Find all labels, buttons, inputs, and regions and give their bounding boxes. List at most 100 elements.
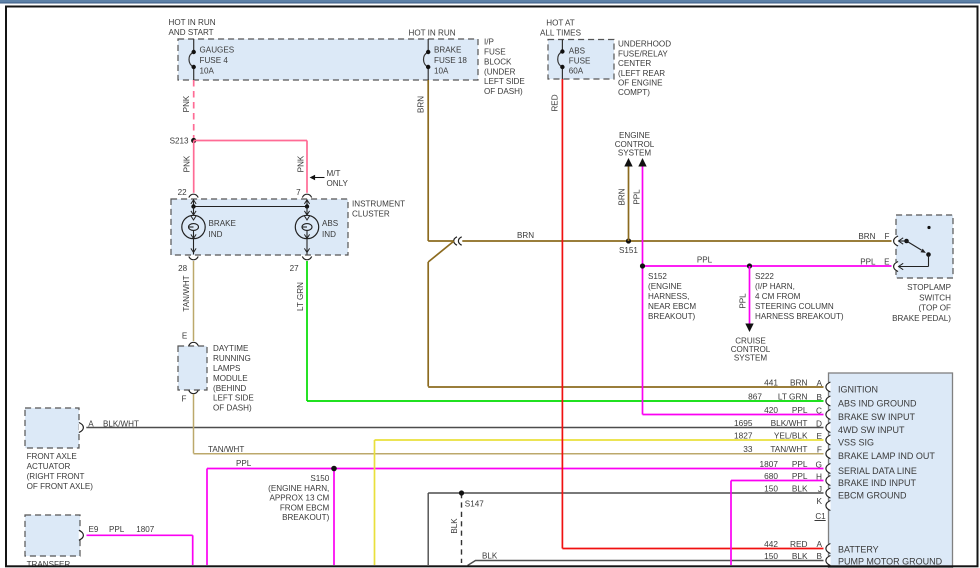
svg-text:ABS: ABS bbox=[569, 47, 586, 56]
svg-text:INSTRUMENT: INSTRUMENT bbox=[352, 199, 405, 208]
svg-text:S147: S147 bbox=[465, 499, 484, 508]
svg-text:S152: S152 bbox=[648, 272, 667, 281]
svg-text:1695: 1695 bbox=[734, 418, 753, 428]
svg-text:28: 28 bbox=[178, 264, 188, 273]
svg-text:SYSTEM: SYSTEM bbox=[618, 148, 652, 157]
svg-text:HOT AT: HOT AT bbox=[546, 18, 575, 27]
svg-text:BRAKE PEDAL): BRAKE PEDAL) bbox=[892, 314, 951, 323]
svg-text:BRAKE SW INPUT: BRAKE SW INPUT bbox=[838, 412, 916, 422]
svg-text:FUSE 18: FUSE 18 bbox=[434, 56, 467, 65]
svg-text:1827: 1827 bbox=[734, 431, 753, 441]
svg-text:PPL: PPL bbox=[792, 405, 808, 415]
svg-text:10A: 10A bbox=[434, 67, 449, 76]
svg-text:HARNESS BREAKOUT): HARNESS BREAKOUT) bbox=[755, 312, 844, 321]
svg-text:OF FRONT AXLE): OF FRONT AXLE) bbox=[27, 482, 94, 491]
svg-text:867: 867 bbox=[748, 392, 762, 402]
svg-text:PPL: PPL bbox=[860, 257, 876, 266]
svg-text:PPL: PPL bbox=[792, 471, 808, 481]
svg-text:BLK: BLK bbox=[792, 484, 808, 494]
svg-text:E9: E9 bbox=[89, 525, 99, 534]
svg-text:F: F bbox=[182, 395, 187, 404]
svg-text:STOPLAMP: STOPLAMP bbox=[907, 283, 951, 292]
svg-text:B: B bbox=[816, 551, 822, 561]
svg-text:RED: RED bbox=[551, 94, 560, 111]
svg-text:ABS IND GROUND: ABS IND GROUND bbox=[838, 398, 917, 408]
svg-text:60A: 60A bbox=[569, 67, 584, 76]
svg-text:PNK: PNK bbox=[183, 155, 192, 172]
svg-text:HOT IN RUN: HOT IN RUN bbox=[169, 18, 216, 27]
svg-text:FRONT AXLE: FRONT AXLE bbox=[27, 452, 78, 461]
svg-text:YEL/BLK: YEL/BLK bbox=[774, 431, 808, 441]
svg-text:M/T: M/T bbox=[327, 169, 341, 178]
svg-text:MODULE: MODULE bbox=[213, 374, 248, 383]
svg-text:FUSE: FUSE bbox=[484, 48, 506, 57]
svg-text:CENTER: CENTER bbox=[618, 59, 651, 68]
svg-text:TAN/WHT: TAN/WHT bbox=[208, 445, 244, 454]
svg-text:441: 441 bbox=[764, 378, 778, 388]
svg-text:PPL: PPL bbox=[792, 459, 808, 469]
svg-text:PPL: PPL bbox=[109, 525, 125, 534]
svg-text:F: F bbox=[885, 232, 890, 241]
svg-text:B: B bbox=[816, 392, 822, 402]
svg-text:BATTERY: BATTERY bbox=[838, 544, 879, 554]
svg-text:G: G bbox=[816, 459, 822, 469]
svg-text:(RIGHT FRONT: (RIGHT FRONT bbox=[27, 472, 85, 481]
svg-text:LT GRN: LT GRN bbox=[778, 392, 808, 402]
svg-text:E: E bbox=[816, 431, 822, 441]
svg-text:RED: RED bbox=[790, 539, 808, 549]
svg-text:BLK/WHT: BLK/WHT bbox=[771, 418, 808, 428]
svg-text:HARNESS,: HARNESS, bbox=[648, 292, 689, 301]
svg-text:C1: C1 bbox=[815, 512, 826, 521]
svg-text:LAMPS: LAMPS bbox=[213, 364, 241, 373]
svg-text:ALL TIMES: ALL TIMES bbox=[540, 28, 582, 37]
svg-text:LT GRN: LT GRN bbox=[296, 282, 305, 311]
svg-text:F: F bbox=[817, 445, 822, 455]
svg-text:A: A bbox=[816, 378, 822, 388]
svg-text:150: 150 bbox=[764, 484, 778, 494]
svg-text:150: 150 bbox=[764, 551, 778, 561]
svg-text:PPL: PPL bbox=[739, 293, 748, 309]
svg-text:420: 420 bbox=[764, 405, 778, 415]
svg-text:EBCM GROUND: EBCM GROUND bbox=[838, 490, 907, 500]
svg-text:APPROX 13 CM: APPROX 13 CM bbox=[269, 494, 329, 503]
svg-text:LEFT SIDE: LEFT SIDE bbox=[213, 394, 254, 403]
svg-text:FUSE 4: FUSE 4 bbox=[200, 56, 229, 65]
svg-text:CRUISE: CRUISE bbox=[735, 336, 766, 345]
svg-text:(TOP OF: (TOP OF bbox=[918, 304, 951, 313]
svg-text:1807: 1807 bbox=[760, 459, 779, 469]
svg-text:BRN: BRN bbox=[618, 188, 627, 205]
svg-text:BRAKE: BRAKE bbox=[209, 219, 237, 228]
svg-text:22: 22 bbox=[178, 188, 188, 197]
svg-text:AND START: AND START bbox=[169, 28, 214, 37]
svg-text:D: D bbox=[816, 418, 822, 428]
svg-text:SWITCH: SWITCH bbox=[919, 293, 951, 302]
svg-text:(BEHIND: (BEHIND bbox=[213, 384, 246, 393]
svg-text:FUSE: FUSE bbox=[569, 57, 591, 66]
svg-text:I/P: I/P bbox=[484, 38, 494, 47]
svg-text:BLK: BLK bbox=[450, 518, 459, 534]
svg-text:OF DASH): OF DASH) bbox=[484, 87, 523, 96]
svg-text:(ENGINE: (ENGINE bbox=[648, 282, 682, 291]
svg-text:PNK: PNK bbox=[297, 155, 306, 172]
svg-text:BRN: BRN bbox=[790, 378, 808, 388]
svg-text:OF DASH): OF DASH) bbox=[213, 404, 252, 413]
svg-text:BRAKE IND INPUT: BRAKE IND INPUT bbox=[838, 478, 917, 488]
svg-text:IGNITION: IGNITION bbox=[838, 384, 878, 394]
svg-text:BRN: BRN bbox=[417, 96, 426, 113]
svg-text:BREAKOUT): BREAKOUT) bbox=[648, 312, 696, 321]
svg-text:S213: S213 bbox=[170, 137, 189, 146]
svg-text:STEERING COLUMN: STEERING COLUMN bbox=[755, 302, 834, 311]
svg-text:(I/P HARN,: (I/P HARN, bbox=[755, 282, 795, 291]
svg-text:(UNDER: (UNDER bbox=[484, 67, 516, 76]
svg-text:S150: S150 bbox=[310, 474, 329, 483]
svg-text:C: C bbox=[816, 405, 822, 415]
svg-text:PPL: PPL bbox=[697, 256, 713, 265]
svg-text:4WD SW INPUT: 4WD SW INPUT bbox=[838, 425, 905, 435]
svg-text:NEAR EBCM: NEAR EBCM bbox=[648, 302, 696, 311]
svg-text:BLK: BLK bbox=[792, 551, 808, 561]
svg-text:ONLY: ONLY bbox=[327, 179, 349, 188]
svg-text:IND: IND bbox=[209, 230, 223, 239]
svg-text:IND: IND bbox=[322, 230, 336, 239]
svg-text:33: 33 bbox=[743, 444, 753, 454]
svg-text:(ENGINE HARN,: (ENGINE HARN, bbox=[268, 484, 329, 493]
